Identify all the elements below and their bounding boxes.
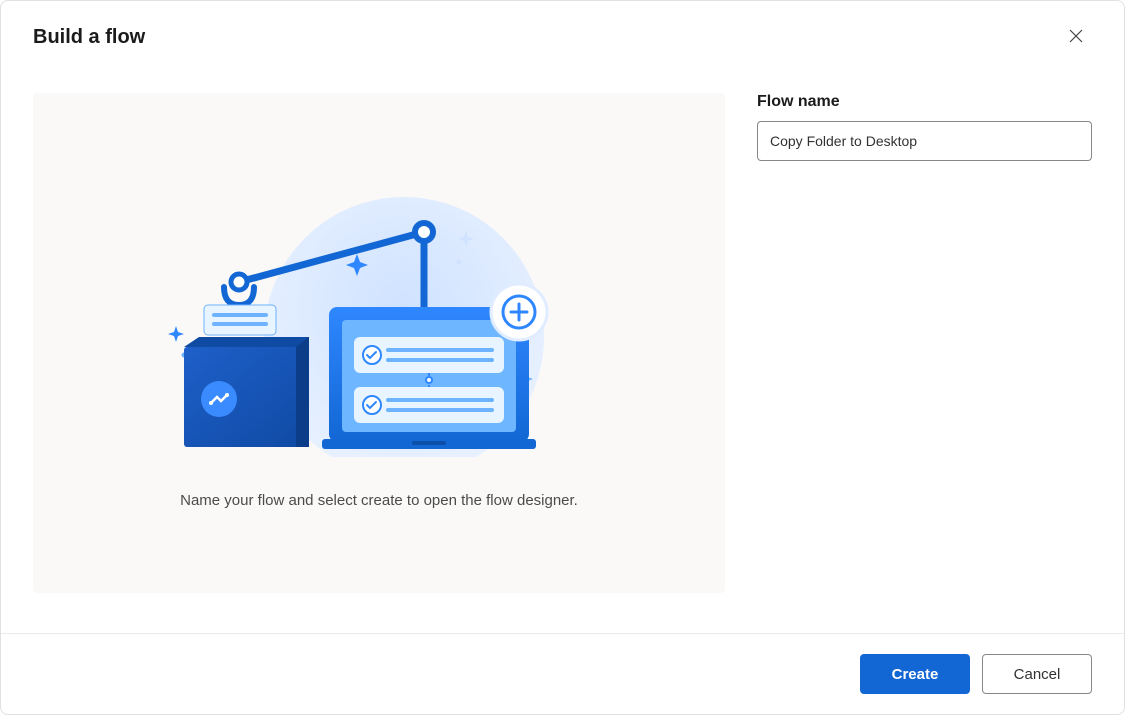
form-panel: Flow name	[757, 93, 1092, 613]
create-button[interactable]: Create	[860, 654, 970, 694]
close-button[interactable]	[1060, 21, 1092, 53]
dialog-header: Build a flow	[1, 1, 1124, 63]
dialog-footer: Create Cancel	[1, 633, 1124, 714]
dialog-title: Build a flow	[33, 26, 145, 49]
cancel-button[interactable]: Cancel	[982, 654, 1092, 694]
dialog-body: Name your flow and select create to open…	[1, 63, 1124, 633]
illustration-panel: Name your flow and select create to open…	[33, 93, 725, 593]
close-icon	[1069, 29, 1083, 46]
flow-name-input[interactable]	[757, 121, 1092, 161]
flow-name-label: Flow name	[757, 93, 1092, 111]
illustration-caption: Name your flow and select create to open…	[180, 492, 578, 509]
build-flow-dialog: Build a flow	[0, 0, 1125, 715]
flow-builder-illustration-icon	[164, 177, 594, 462]
